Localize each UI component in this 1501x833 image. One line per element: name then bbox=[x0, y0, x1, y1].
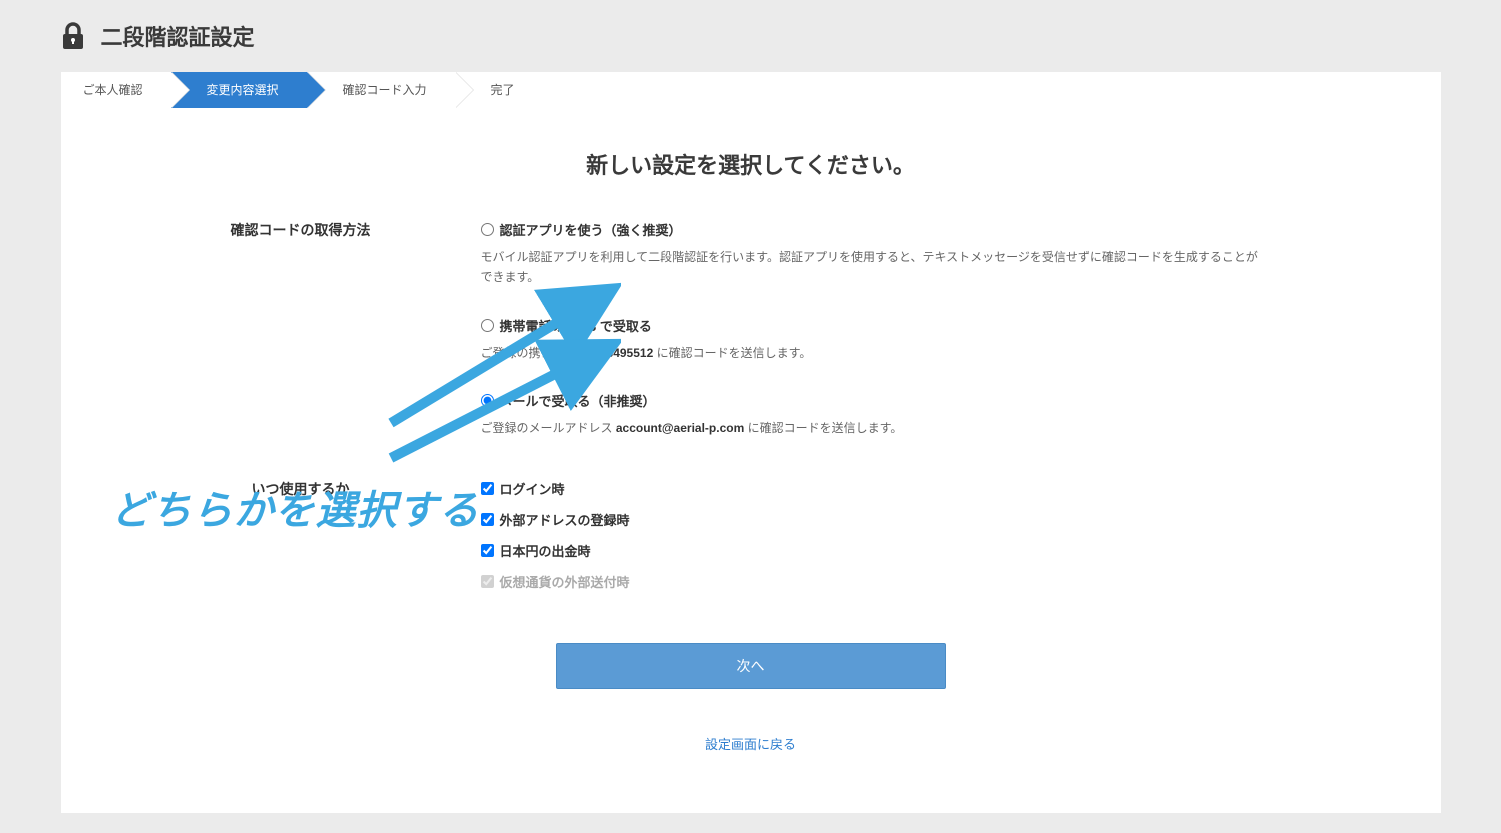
back-link[interactable]: 設定画面に戻る bbox=[121, 734, 1381, 753]
radio-email[interactable] bbox=[481, 394, 494, 407]
check-label-crypto: 仮想通貨の外部送付時 bbox=[500, 572, 630, 591]
radio-desc-app: モバイル認証アプリを利用して二段階認証を行います。認証アプリを使用すると、テキス… bbox=[481, 247, 1261, 288]
radio-desc-email: ご登録のメールアドレス account@aerial-p.com に確認コードを… bbox=[481, 418, 1261, 438]
wizard-steps: ご本人確認 変更内容選択 確認コード入力 完了 bbox=[61, 72, 1441, 108]
check-label-jpy[interactable]: 日本円の出金時 bbox=[500, 541, 591, 560]
wizard-step-code: 確認コード入力 bbox=[307, 72, 455, 108]
radio-label-email[interactable]: メールで受取る（非推奨） bbox=[481, 391, 1261, 410]
wizard-step-identity: ご本人確認 bbox=[61, 72, 171, 108]
main-heading: 新しい設定を選択してください。 bbox=[121, 148, 1381, 180]
radio-app[interactable] bbox=[481, 223, 494, 236]
radio-text-sms: 携帯電話の SMS で受取る bbox=[500, 316, 652, 335]
check-option-address: 外部アドレスの登録時 bbox=[481, 510, 1261, 529]
section-method-label: 確認コードの取得方法 bbox=[121, 220, 481, 439]
check-option-crypto: 仮想通貨の外部送付時 bbox=[481, 572, 1261, 591]
check-label-login[interactable]: ログイン時 bbox=[500, 479, 565, 498]
page-title: 二段階認証設定 bbox=[101, 20, 255, 52]
radio-sms[interactable] bbox=[481, 319, 494, 332]
section-when-label: いつ使用するか bbox=[121, 479, 481, 603]
radio-label-sms[interactable]: 携帯電話の SMS で受取る bbox=[481, 316, 1261, 335]
radio-desc-sms: ご登録の携帯電話 07033495512 に確認コードを送信します。 bbox=[481, 343, 1261, 363]
check-address[interactable] bbox=[481, 513, 494, 526]
main-panel: 新しい設定を選択してください。 確認コードの取得方法 認証アプリを使う（強く推奨… bbox=[61, 108, 1441, 813]
check-jpy[interactable] bbox=[481, 544, 494, 557]
check-option-login: ログイン時 bbox=[481, 479, 1261, 498]
wizard-step-change: 変更内容選択 bbox=[171, 72, 307, 108]
radio-option-sms: 携帯電話の SMS で受取る ご登録の携帯電話 07033495512 に確認コ… bbox=[481, 316, 1261, 363]
radio-label-app[interactable]: 認証アプリを使う（強く推奨） bbox=[481, 220, 1261, 239]
next-button[interactable]: 次へ bbox=[556, 643, 946, 689]
radio-option-app: 認証アプリを使う（強く推奨） モバイル認証アプリを利用して二段階認証を行います。… bbox=[481, 220, 1261, 288]
lock-icon bbox=[61, 22, 85, 50]
check-label-address[interactable]: 外部アドレスの登録時 bbox=[500, 510, 630, 529]
check-crypto bbox=[481, 575, 494, 588]
page-header: 二段階認証設定 bbox=[61, 20, 1441, 52]
radio-text-email: メールで受取る（非推奨） bbox=[500, 391, 656, 410]
radio-text-app: 認証アプリを使う（強く推奨） bbox=[500, 220, 682, 239]
radio-option-email: メールで受取る（非推奨） ご登録のメールアドレス account@aerial-… bbox=[481, 391, 1261, 438]
check-option-jpy: 日本円の出金時 bbox=[481, 541, 1261, 560]
check-login[interactable] bbox=[481, 482, 494, 495]
